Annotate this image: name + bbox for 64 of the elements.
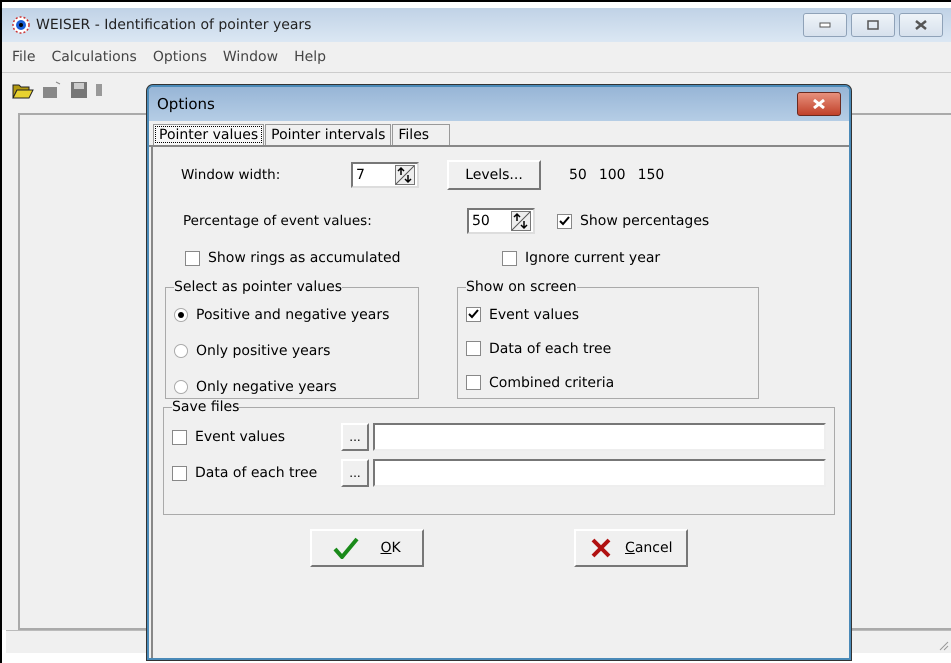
radio-label: Only negative years	[196, 379, 337, 395]
tab[interactable]: Pointer values	[153, 124, 264, 145]
checkbox[interactable]	[502, 250, 517, 266]
checkbox[interactable]	[466, 341, 481, 356]
checkbox[interactable]	[185, 250, 200, 266]
folder-icon[interactable]	[42, 81, 62, 99]
menu-item[interactable]: Window	[222, 49, 278, 65]
browse-button[interactable]: ...	[341, 459, 369, 487]
maximize-button[interactable]	[851, 13, 895, 37]
checkbox[interactable]	[172, 430, 187, 444]
spin-arrows-icon[interactable]	[511, 211, 531, 231]
spin-field[interactable]: 7	[351, 162, 419, 188]
checkbox[interactable]	[557, 214, 572, 228]
cancel-button[interactable]: Cancel	[574, 529, 688, 567]
checkbox-label: Show rings as accumulated	[208, 250, 402, 266]
window-title: WEISER - Identification of pointer years	[36, 17, 312, 33]
field-label: Percentage of event values:	[183, 213, 373, 229]
checkbox[interactable]	[172, 466, 187, 480]
level-value: 150	[638, 167, 664, 183]
field-label: Window width:	[181, 167, 282, 183]
spin-arrows-icon[interactable]	[395, 165, 415, 185]
dialog-title: Options	[157, 95, 215, 113]
minimize-icon	[819, 22, 831, 28]
radio-label: Only positive years	[196, 343, 330, 359]
menu-item[interactable]: Calculations	[51, 49, 137, 65]
checkbox-label: Event values	[195, 429, 286, 445]
checkbox-label: Ignore current year	[525, 250, 660, 266]
radio-button[interactable]	[174, 344, 188, 358]
menu-item[interactable]: Help	[294, 49, 326, 65]
tab[interactable]: Files	[392, 124, 450, 145]
levels-button[interactable]: Levels...	[447, 160, 541, 190]
checkbox[interactable]	[466, 307, 481, 322]
browse-button[interactable]: ...	[341, 423, 369, 451]
ok-button[interactable]: OK	[310, 529, 424, 567]
checkbox-label: Combined criteria	[489, 374, 614, 390]
menu-item[interactable]: File	[12, 49, 36, 65]
level-value: 50	[569, 167, 587, 183]
checkbox-label: Event values	[489, 306, 580, 322]
checkbox-label: Show percentages	[580, 213, 710, 229]
checkbox-label: Data of each tree	[489, 340, 612, 356]
close-button[interactable]	[899, 13, 943, 37]
file-path-field[interactable]	[373, 459, 826, 487]
tab[interactable]: Pointer intervals	[265, 124, 392, 145]
radio-button[interactable]	[174, 380, 188, 394]
check-icon	[333, 537, 360, 559]
group-title: Select as pointer values	[174, 279, 342, 295]
close-icon	[915, 20, 927, 30]
maximize-icon	[867, 20, 879, 30]
minimize-button[interactable]	[803, 13, 847, 37]
group-title: Save files	[172, 399, 240, 415]
group-title: Show on screen	[466, 279, 577, 295]
radio-label: Positive and negative years	[196, 307, 390, 323]
checkbox-label: Data of each tree	[195, 465, 318, 481]
eye-icon	[12, 16, 30, 34]
close-button[interactable]	[797, 92, 841, 116]
checkbox[interactable]	[466, 375, 481, 390]
menu-item[interactable]: Options	[152, 49, 207, 65]
close-icon	[812, 99, 826, 109]
resize-grip-icon[interactable]	[937, 639, 949, 651]
file-path-field[interactable]	[373, 423, 826, 451]
cross-icon	[590, 537, 612, 559]
spin-field[interactable]: 50	[467, 208, 535, 234]
radio-button[interactable]	[174, 308, 188, 322]
level-value: 100	[598, 167, 626, 183]
